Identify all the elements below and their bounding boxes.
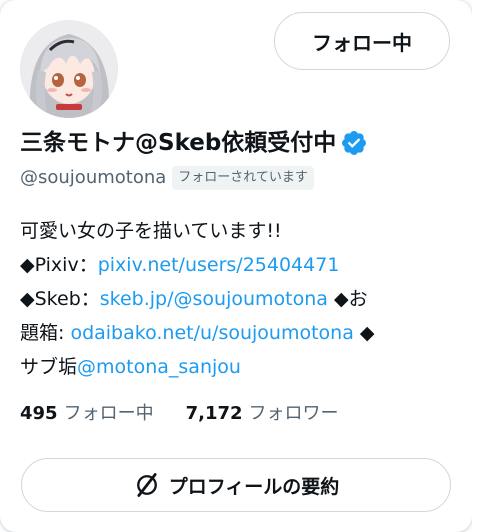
verified-badge-icon[interactable] (340, 129, 368, 157)
bio-skeb-prefix: ◆Skeb： (20, 288, 100, 310)
followers-stat[interactable]: 7,172 フォロワー (186, 400, 339, 428)
bio-line: サブ垢@motona_sanjou (20, 350, 460, 384)
bio-sub-prefix: ◆ (353, 322, 375, 344)
following-stat[interactable]: 495 フォロー中 (20, 400, 154, 428)
display-name[interactable]: 三条モトナ@Skeb依頼受付中 (20, 124, 336, 162)
background-timeline-edge (472, 0, 482, 532)
following-count: 495 (20, 403, 58, 424)
profile-summary-label: プロフィールの要約 (168, 475, 340, 498)
grok-slash-icon (136, 473, 157, 497)
user-handle[interactable]: @soujoumotona (20, 164, 166, 192)
avatar[interactable] (20, 20, 118, 118)
handle-row: @soujoumotona フォローされています (20, 164, 314, 192)
profile-bio: 可愛い女の子を描いています!! ◆Pixiv：pixiv.net/users/2… (20, 214, 460, 384)
follow-stats: 495 フォロー中 7,172 フォロワー (20, 400, 371, 428)
following-label: フォロー中 (63, 403, 154, 424)
bio-line: ◆Pixiv：pixiv.net/users/25404471 (20, 248, 460, 282)
profile-summary-button[interactable]: プロフィールの要約 (21, 458, 451, 512)
followers-count: 7,172 (185, 403, 243, 424)
bio-line: 可愛い女の子を描いています!! (20, 214, 460, 248)
skeb-link[interactable]: skeb.jp/@soujoumotona (100, 288, 328, 310)
following-button[interactable]: フォロー中 (274, 12, 450, 70)
sub-account-link[interactable]: @motona_sanjou (77, 356, 241, 378)
pixiv-link[interactable]: pixiv.net/users/25404471 (98, 254, 340, 276)
odaibako-link[interactable]: odaibako.net/u/soujoumotona (70, 322, 353, 344)
bio-line: 題箱: odaibako.net/u/soujoumotona ◆ (20, 316, 460, 350)
followers-label: フォロワー (248, 403, 339, 424)
bio-odaibako-prefix-cont: 題箱: (20, 322, 71, 344)
display-name-row: 三条モトナ@Skeb依頼受付中 (20, 124, 368, 162)
bio-sub-prefix-cont: サブ垢 (20, 356, 78, 378)
profile-hover-card: フォロー中 三条モトナ@Skeb依頼受付中 @soujoumotona フォロー… (0, 0, 472, 532)
bio-pixiv-prefix: ◆Pixiv： (20, 254, 98, 276)
follows-you-badge: フォローされています (172, 166, 314, 190)
bio-text: 可愛い女の子を描いています!! (20, 220, 282, 242)
bio-line: ◆Skeb：skeb.jp/@soujoumotona ◆お (20, 282, 460, 316)
avatar-illustration (20, 20, 118, 118)
bio-odaibako-prefix: ◆お (327, 288, 368, 310)
